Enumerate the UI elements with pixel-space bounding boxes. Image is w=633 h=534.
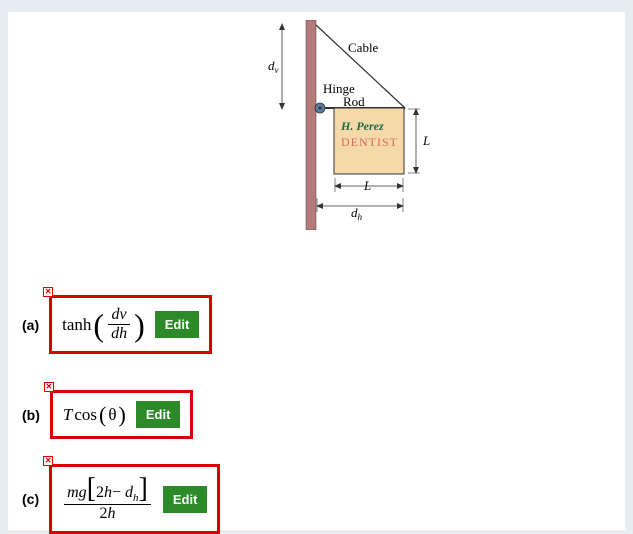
edit-button-c[interactable]: Edit xyxy=(163,486,208,513)
svg-text:L: L xyxy=(422,133,430,148)
part-a-label: (a) xyxy=(22,317,39,333)
close-icon[interactable]: ✕ xyxy=(43,287,53,297)
part-c-label: (c) xyxy=(22,491,39,507)
part-b-label: (b) xyxy=(22,407,40,423)
formula-c: mg[2h− dh] 2h xyxy=(62,475,153,523)
svg-text:L: L xyxy=(363,178,371,193)
svg-text:H. Perez: H. Perez xyxy=(340,119,384,133)
answer-box-a: ✕ tanh ( dv dh ) Edit xyxy=(49,295,212,354)
formula-b: T cos ( θ ) xyxy=(63,402,126,428)
close-icon[interactable]: ✕ xyxy=(43,456,53,466)
edit-button-a[interactable]: Edit xyxy=(155,311,200,338)
svg-text:Cable: Cable xyxy=(348,40,379,55)
svg-text:DENTIST: DENTIST xyxy=(341,135,398,149)
answer-box-c: ✕ mg[2h− dh] 2h Edit xyxy=(49,464,220,534)
close-icon[interactable]: ✕ xyxy=(44,382,54,392)
formula-a: tanh ( dv dh ) xyxy=(62,306,145,343)
answer-box-b: ✕ T cos ( θ ) Edit xyxy=(50,390,194,439)
svg-text:dh: dh xyxy=(351,205,363,222)
physics-diagram: dv Cable Hinge Rod H. Perez DENTIST L L xyxy=(268,20,463,230)
svg-text:Rod: Rod xyxy=(343,94,365,109)
edit-button-b[interactable]: Edit xyxy=(136,401,181,428)
svg-text:dv: dv xyxy=(268,58,279,75)
